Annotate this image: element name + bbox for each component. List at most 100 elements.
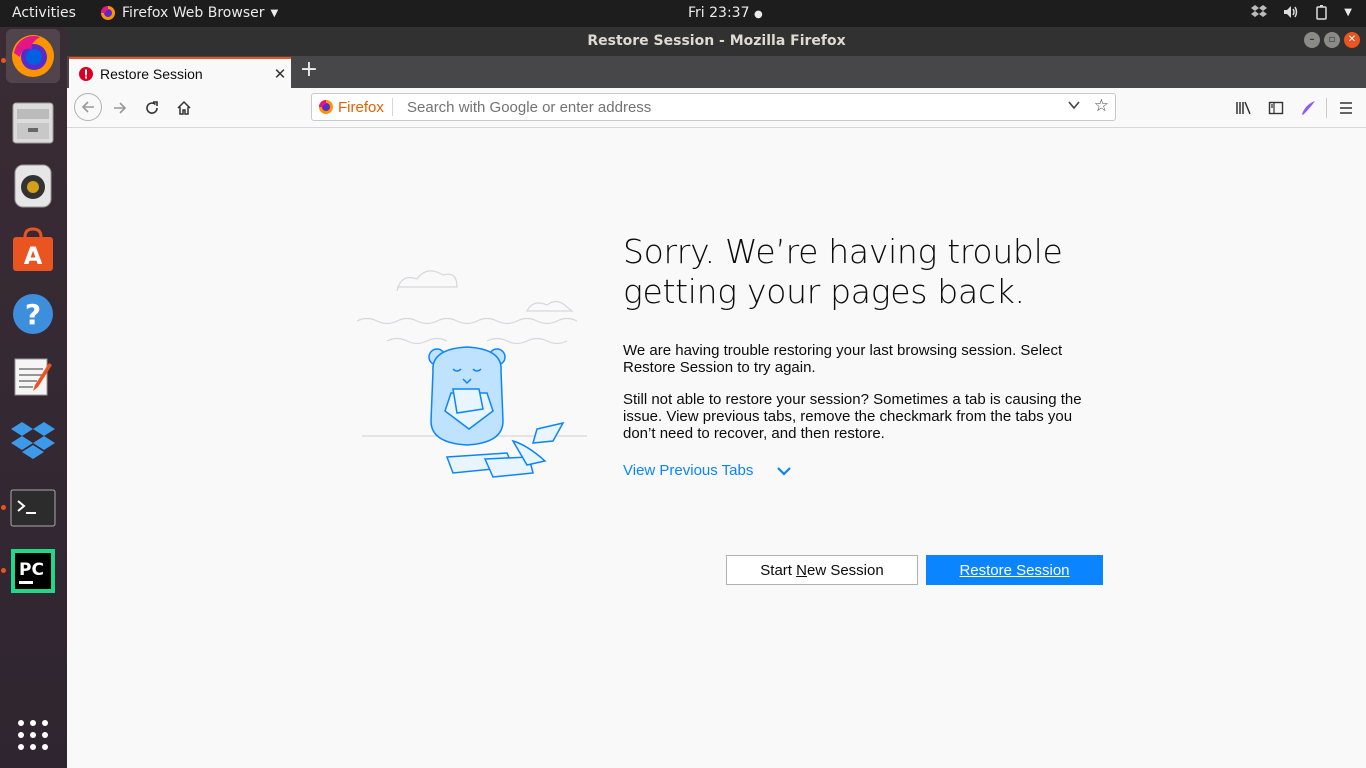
terminal-icon xyxy=(10,489,56,527)
dock-dropbox[interactable] xyxy=(6,414,60,468)
text-editor-icon xyxy=(14,358,52,396)
dock-files[interactable] xyxy=(6,95,60,149)
plus-icon: + xyxy=(299,57,319,82)
error-icon xyxy=(79,66,93,81)
restore-session-button[interactable]: Restore Session xyxy=(926,555,1103,585)
software-icon: A xyxy=(13,227,53,271)
dock-rhythmbox[interactable] xyxy=(6,159,60,213)
battery-icon[interactable] xyxy=(1314,4,1330,20)
tab-restore-session[interactable]: Restore Session ✕ xyxy=(69,57,291,88)
reload-icon xyxy=(146,101,158,114)
p2-line-2: issue. View previous tabs, remove the ch… xyxy=(623,408,1073,425)
start-new-session-accesskey: N xyxy=(796,561,807,579)
new-tab-button[interactable]: + xyxy=(297,59,321,83)
ubuntu-dock: A ? PC xyxy=(0,27,67,768)
window-title: Restore Session - Mozilla Firefox xyxy=(587,33,846,49)
chevron-down-icon xyxy=(1068,101,1080,110)
identity-label: Firefox xyxy=(338,98,384,116)
url-input-placeholder[interactable]: Search with Google or enter address xyxy=(407,99,651,116)
back-arrow-icon xyxy=(81,101,94,113)
tab-strip: Restore Session ✕ + xyxy=(67,56,1366,88)
chevron-down-icon xyxy=(777,466,792,476)
close-icon: ✕ xyxy=(1347,34,1357,45)
title-line-1: Sorry. We’re having trouble xyxy=(623,232,1063,271)
gnome-top-bar: Activities Firefox Web Browser ▼ Fri 23:… xyxy=(0,0,1366,27)
dock-firefox[interactable] xyxy=(6,29,60,83)
dock-text-editor[interactable] xyxy=(6,350,60,404)
start-new-session-button[interactable]: Start New Session xyxy=(726,555,918,585)
p2-line-3: don’t need to recover, and then restore. xyxy=(623,425,885,442)
message-paragraph-2: Still not able to restore your session? … xyxy=(623,391,1082,442)
library-button[interactable] xyxy=(1231,95,1257,121)
activities-button[interactable]: Activities xyxy=(12,5,76,21)
p1-line-1: We are having trouble restoring your las… xyxy=(623,342,1063,359)
url-bar[interactable]: Firefox Search with Google or enter addr… xyxy=(311,93,1116,121)
firefox-icon xyxy=(101,6,115,20)
notification-dot-icon: ● xyxy=(753,9,763,20)
home-button[interactable] xyxy=(171,95,197,121)
url-dropdown-button[interactable] xyxy=(1067,98,1081,116)
volume-icon[interactable] xyxy=(1282,4,1300,20)
pycharm-icon: PC xyxy=(11,549,55,593)
svg-text:PC: PC xyxy=(19,560,44,580)
sad-bear-illustration-icon xyxy=(357,270,587,478)
toolbar-separator xyxy=(1326,98,1327,118)
svg-text:A: A xyxy=(24,242,43,270)
clock[interactable]: Fri 23:37 ● xyxy=(688,5,763,21)
back-button[interactable] xyxy=(74,93,102,121)
dock-help[interactable]: ? xyxy=(6,287,60,341)
tab-label: Restore Session xyxy=(100,65,203,82)
p2-line-1: Still not able to restore your session? … xyxy=(623,391,1082,408)
system-tray[interactable]: ▼ xyxy=(1250,4,1352,20)
error-message: Sorry. We’re having trouble getting your… xyxy=(623,232,1103,479)
page-content: Sorry. We’re having trouble getting your… xyxy=(67,128,1366,768)
dock-show-applications[interactable] xyxy=(6,708,60,762)
app-menu[interactable]: Firefox Web Browser ▼ xyxy=(100,5,278,21)
files-icon xyxy=(12,102,54,144)
close-tab-button[interactable]: ✕ xyxy=(269,65,291,83)
show-apps-icon xyxy=(18,720,48,750)
extension-button[interactable] xyxy=(1295,95,1321,121)
view-previous-tabs-toggle[interactable]: View Previous Tabs xyxy=(623,462,792,479)
identity-box[interactable]: Firefox xyxy=(318,98,393,116)
dock-ubuntu-software[interactable]: A xyxy=(6,223,60,277)
close-window-button[interactable]: ✕ xyxy=(1344,32,1360,48)
quill-icon xyxy=(1302,101,1315,115)
minimize-button[interactable]: – xyxy=(1304,32,1320,48)
open-menu-button[interactable] xyxy=(1333,95,1359,121)
page-title: Sorry. We’re having trouble getting your… xyxy=(623,232,1103,312)
window-titlebar[interactable]: Restore Session - Mozilla Firefox – ▫ ✕ xyxy=(67,27,1366,56)
clock-label: Fri 23:37 xyxy=(688,5,750,21)
svg-text:?: ? xyxy=(25,298,41,331)
message-paragraph-1: We are having trouble restoring your las… xyxy=(623,342,1062,376)
start-new-session-label-pre: Start xyxy=(760,561,797,579)
dock-terminal[interactable] xyxy=(6,481,60,535)
home-icon xyxy=(177,100,191,115)
sidebar-button[interactable] xyxy=(1263,95,1289,121)
close-icon: ✕ xyxy=(273,65,287,83)
p1-line-2: Restore Session to try again. xyxy=(623,359,816,376)
start-new-session-label-post: ew Session xyxy=(806,561,884,579)
view-previous-tabs-label: View Previous Tabs xyxy=(623,462,754,479)
navigation-toolbar: Firefox Search with Google or enter addr… xyxy=(67,88,1366,128)
forward-arrow-icon xyxy=(114,102,127,114)
reload-button[interactable] xyxy=(139,95,165,121)
dropbox-tray-icon[interactable] xyxy=(1250,4,1268,20)
system-menu-chevron-icon[interactable]: ▼ xyxy=(1344,7,1352,18)
sidebar-icon xyxy=(1268,101,1284,115)
dock-pycharm[interactable]: PC xyxy=(6,544,60,598)
dropbox-icon xyxy=(11,422,55,459)
forward-button[interactable] xyxy=(107,95,133,121)
maximize-icon: ▫ xyxy=(1328,34,1336,45)
title-line-2: getting your pages back. xyxy=(623,272,1025,311)
minimize-icon: – xyxy=(1309,34,1315,45)
app-menu-label: Firefox Web Browser xyxy=(122,5,265,21)
library-icon xyxy=(1236,101,1251,115)
firefox-icon xyxy=(12,35,54,77)
rhythmbox-icon xyxy=(14,164,52,208)
firefox-icon xyxy=(319,100,333,114)
chevron-down-icon: ▼ xyxy=(270,7,279,19)
restore-session-label: estore Session xyxy=(970,561,1070,579)
bookmark-star-button[interactable]: ☆ xyxy=(1094,96,1109,116)
maximize-button[interactable]: ▫ xyxy=(1324,32,1340,48)
